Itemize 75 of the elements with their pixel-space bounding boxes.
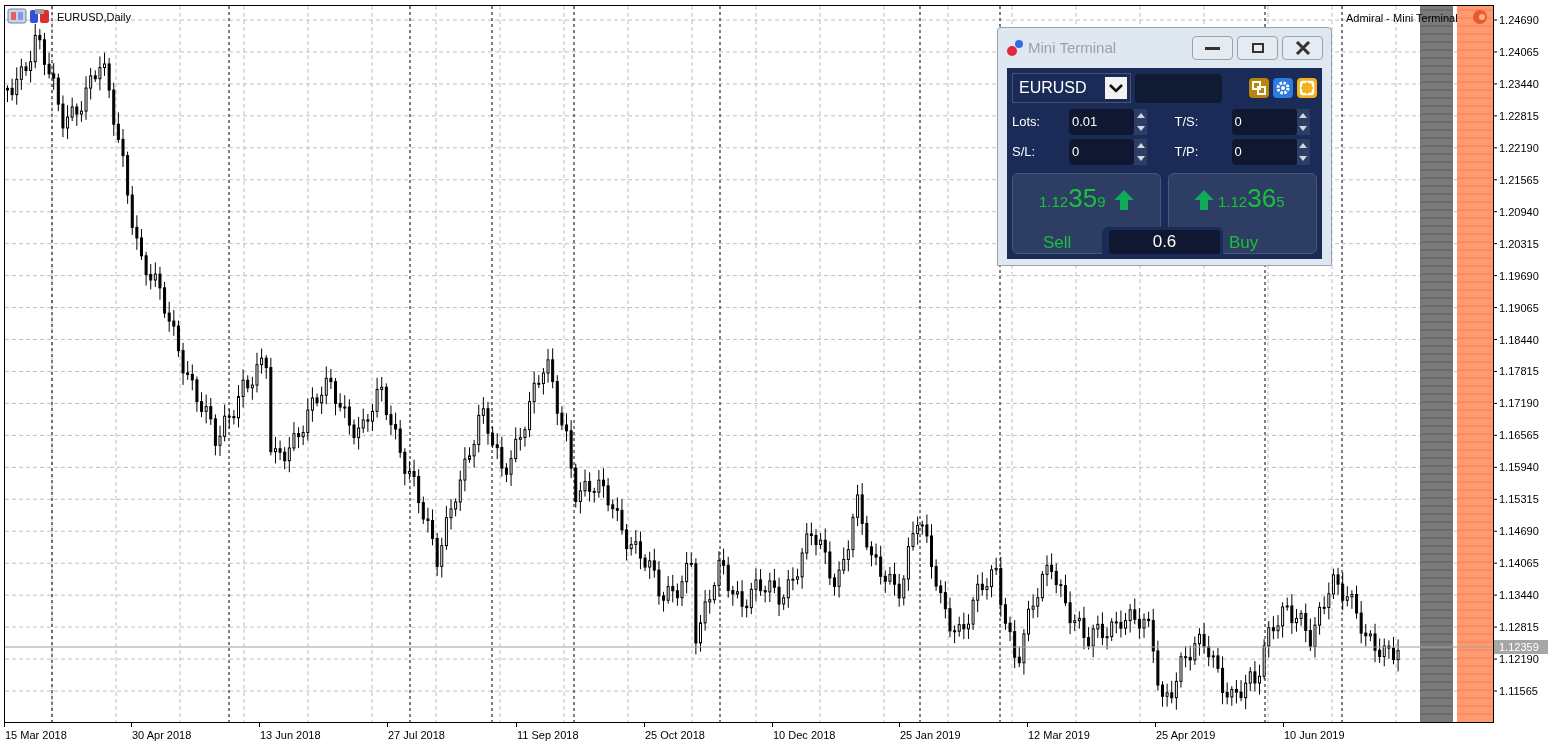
date-label: 11 Sep 2018 <box>517 729 579 741</box>
sell-price: 1.12359 <box>1039 185 1106 214</box>
up-arrow-icon <box>1114 190 1134 210</box>
caret-down-icon <box>1136 126 1145 131</box>
field-label: T/S: <box>1174 113 1200 132</box>
symbol-value: EURUSD <box>1019 78 1087 98</box>
maximize-button[interactable] <box>1237 36 1278 60</box>
price-label: 1.20315 <box>1499 237 1539 250</box>
date-label: 25 Apr 2019 <box>1156 729 1216 741</box>
ball-icon <box>1473 10 1487 24</box>
number-input[interactable]: 0.01 <box>1069 109 1134 135</box>
date-label: 10 Dec 2018 <box>773 729 836 741</box>
close-button[interactable] <box>1282 36 1323 60</box>
field-label: T/P: <box>1174 143 1200 162</box>
price-label: 1.17190 <box>1499 397 1539 410</box>
close-icon <box>1294 41 1311 55</box>
sell-label[interactable]: Sell <box>1043 230 1072 256</box>
buy-price: 1.12365 <box>1218 185 1285 214</box>
price-label: 1.12815 <box>1499 621 1539 634</box>
price-label: 1.19690 <box>1499 269 1539 282</box>
window-title: Mini Terminal <box>1028 37 1118 58</box>
caret-up-icon <box>1299 113 1307 118</box>
price-label: 1.22815 <box>1499 109 1539 122</box>
current-price-tag: 1.12359 <box>1494 640 1548 654</box>
price-label: 1.24690 <box>1499 14 1539 26</box>
price-label: 1.19065 <box>1499 301 1539 314</box>
date-label: 27 Jul 2018 <box>388 729 445 741</box>
price-label: 1.21565 <box>1499 173 1539 186</box>
caret-down-icon <box>1299 156 1307 161</box>
number-input[interactable]: 0 <box>1069 139 1134 165</box>
price-label: 1.18440 <box>1499 333 1539 346</box>
chart-title: EURUSD,Daily <box>57 11 131 23</box>
caret-up-icon <box>1136 143 1145 148</box>
trading-icon[interactable] <box>30 9 49 23</box>
price-label: 1.20940 <box>1499 205 1539 218</box>
price-label: 1.24065 <box>1499 45 1539 58</box>
spinner-control[interactable] <box>1134 109 1147 135</box>
caret-up-icon <box>1299 143 1307 148</box>
chevron-down-icon <box>1105 77 1127 99</box>
date-label: 12 Mar 2019 <box>1028 729 1090 741</box>
date-label: 15 Mar 2018 <box>5 729 67 741</box>
up-arrow-icon <box>1194 190 1214 210</box>
grid-icon[interactable] <box>1297 78 1317 98</box>
price-label: 1.16565 <box>1499 429 1539 442</box>
spinner-control[interactable] <box>1134 139 1147 165</box>
settings-icon[interactable] <box>1273 78 1293 98</box>
table-icon[interactable] <box>7 8 27 24</box>
caret-up-icon <box>1136 113 1145 118</box>
symbol-dropdown[interactable]: EURUSD <box>1012 73 1131 103</box>
date-label: 10 Jun 2019 <box>1284 729 1345 741</box>
app-logo-icon <box>1006 39 1024 57</box>
link-icon[interactable] <box>1249 78 1269 98</box>
caret-down-icon <box>1299 126 1307 131</box>
price-label: 1.11565 <box>1499 685 1538 697</box>
minimize-button[interactable] <box>1192 36 1233 60</box>
price-label: 1.23440 <box>1499 77 1539 90</box>
date-label: 25 Jan 2019 <box>900 729 961 741</box>
price-label: 1.22190 <box>1499 141 1539 154</box>
caret-down-icon <box>1136 156 1145 161</box>
price-label: 1.15315 <box>1499 493 1539 506</box>
spread-value: 0.6 <box>1109 230 1220 254</box>
buy-label[interactable]: Buy <box>1229 230 1259 256</box>
price-label: 1.14690 <box>1499 525 1539 538</box>
price-label: 1.13440 <box>1499 589 1539 602</box>
field-label: S/L: <box>1012 143 1037 162</box>
number-input[interactable]: 0 <box>1231 139 1297 165</box>
price-label: 1.14065 <box>1499 557 1539 570</box>
number-input[interactable]: 0 <box>1231 109 1297 135</box>
date-label: 25 Oct 2018 <box>645 729 705 741</box>
field-label: Lots: <box>1012 113 1042 132</box>
price-label: 1.12190 <box>1499 653 1539 666</box>
price-label: 1.15940 <box>1499 461 1539 474</box>
date-label: 30 Apr 2018 <box>132 729 192 741</box>
price-label: 1.17815 <box>1499 365 1539 378</box>
date-label: 13 Jun 2018 <box>260 729 321 741</box>
